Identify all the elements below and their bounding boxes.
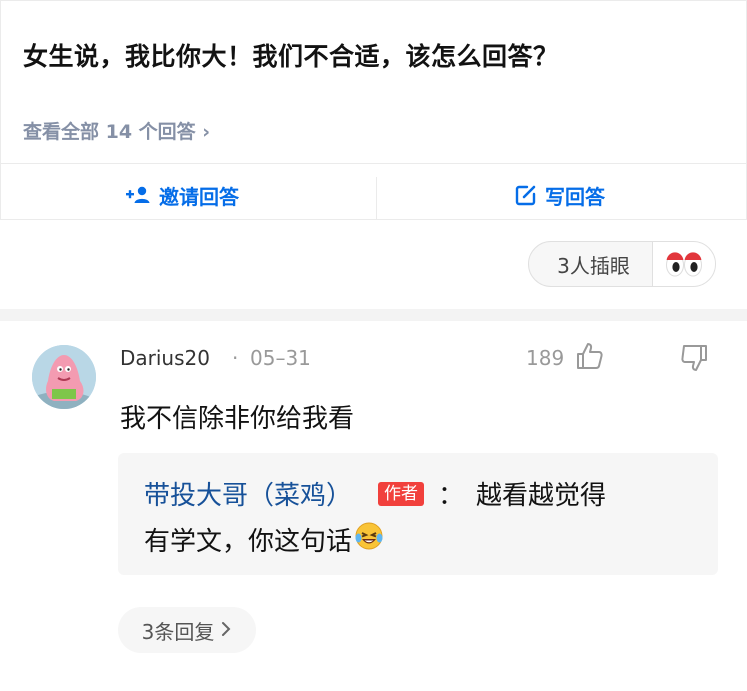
avatar[interactable] <box>32 345 96 409</box>
thumbs-down-icon[interactable] <box>680 343 710 377</box>
write-answer-label: 写回答 <box>545 184 605 209</box>
reply-text-line1: 越看越觉得 <box>476 481 607 511</box>
eyes-icon[interactable] <box>653 242 715 286</box>
question-title[interactable]: 女生说，我比你大！我们不合适，该怎么回答？ <box>23 37 559 73</box>
like-count: 189 <box>526 346 565 370</box>
meta-separator: · <box>232 346 239 370</box>
invite-answer-button[interactable]: 邀请回答 <box>125 179 239 211</box>
comment-author[interactable]: Darius20 <box>120 346 210 370</box>
chevron-right-icon <box>220 618 232 642</box>
laughing-tears-emoji-icon <box>354 521 384 558</box>
divider <box>376 177 377 219</box>
view-all-answers-link[interactable]: 查看全部 14 个回答 › <box>23 117 210 144</box>
reaction-count: 3人插眼 <box>557 253 630 278</box>
reply-preview[interactable]: 带投大哥（菜鸡） 作者 ： 越看越觉得 有学文，你这句话 <box>118 453 718 575</box>
reply-colon: ： <box>438 481 465 511</box>
invite-user-icon <box>125 185 151 205</box>
question-card: 女生说，我比你大！我们不合适，该怎么回答？ 查看全部 14 个回答 › 邀请回答… <box>0 0 747 220</box>
comment-date: 05–31 <box>250 346 311 370</box>
view-replies-button[interactable]: 3条回复 <box>118 607 256 653</box>
invite-answer-label: 邀请回答 <box>159 184 239 209</box>
reaction-pill[interactable]: 3人插眼 <box>528 241 716 287</box>
author-badge: 作者 <box>378 481 425 506</box>
section-separator <box>0 309 747 321</box>
reply-text-line2: 有学文，你这句话 <box>144 527 353 557</box>
write-answer-button[interactable]: 写回答 <box>515 179 605 211</box>
edit-icon <box>515 184 537 206</box>
comment-text: 我不信除非你给我看 <box>120 404 355 434</box>
divider <box>1 163 746 164</box>
reply-author[interactable]: 带投大哥（菜鸡） <box>144 475 352 512</box>
thumbs-up-icon[interactable] <box>574 341 604 375</box>
replies-count-label: 3条回复 <box>141 619 215 644</box>
